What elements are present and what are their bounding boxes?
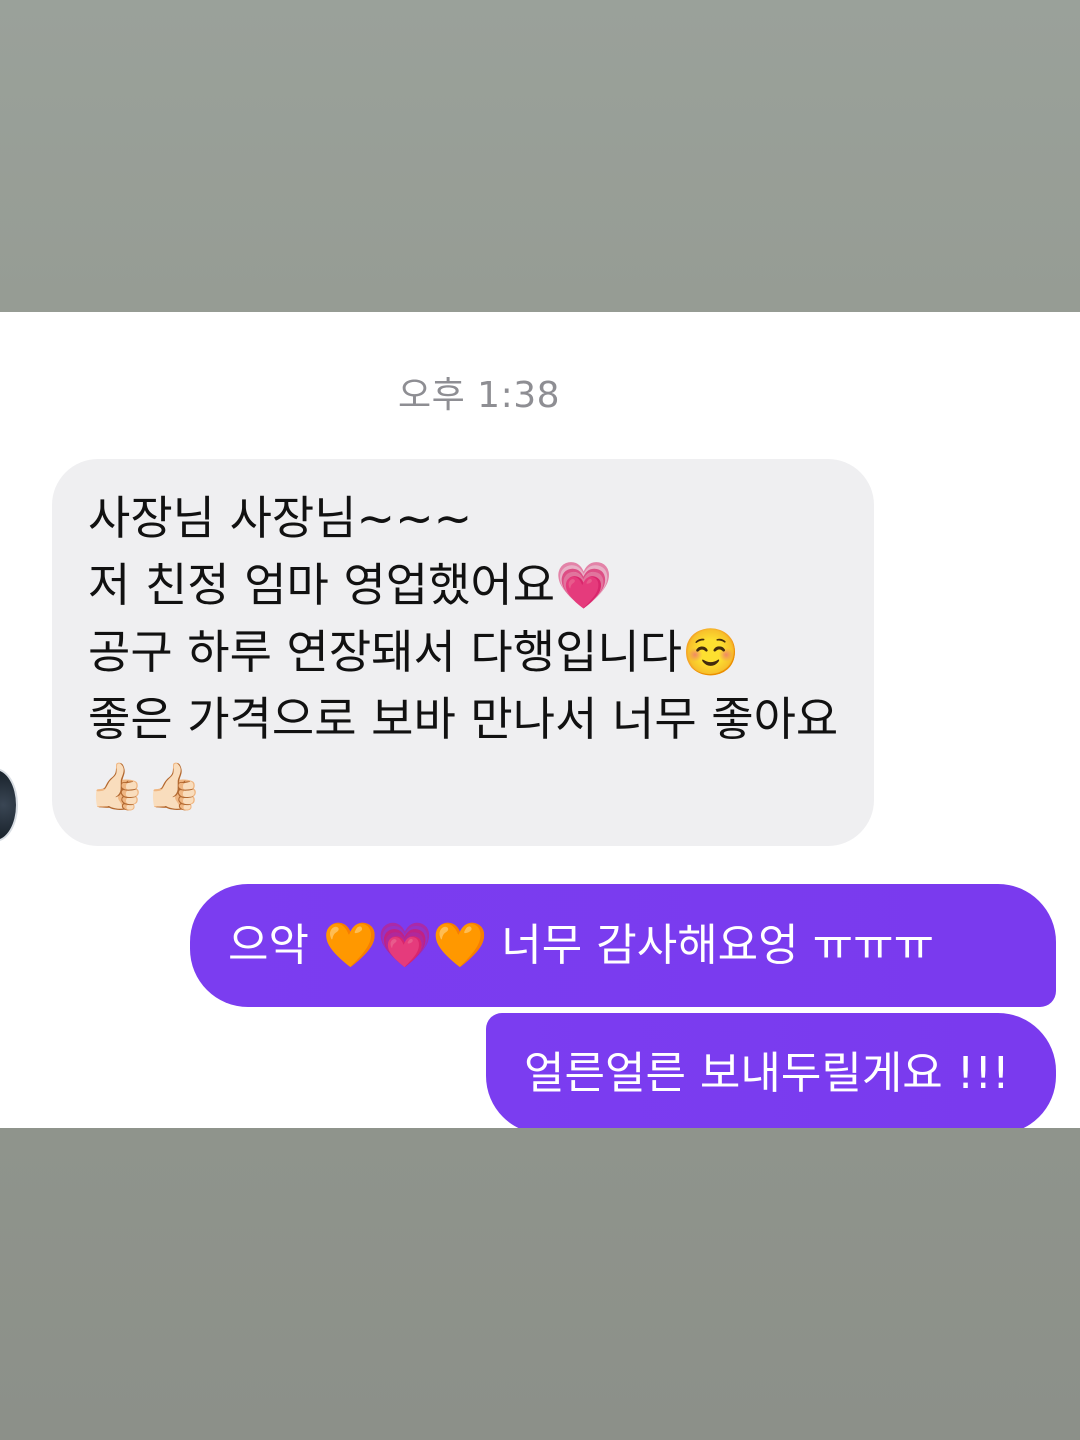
chat-panel: 오후 1:38 사장님 사장님~~~ 저 친정 엄마 영업했어요💗 공구 하루 …	[0, 312, 1080, 1128]
sender-avatar[interactable]	[0, 768, 18, 842]
outgoing-message-bubble[interactable]: 으악 🧡💗🧡 너무 감사해요엉 ㅠㅠㅠ	[190, 884, 1056, 1007]
bottom-background-band	[0, 1128, 1080, 1440]
incoming-message-line: 사장님 사장님~~~	[88, 491, 473, 545]
incoming-message-bubble[interactable]: 사장님 사장님~~~ 저 친정 엄마 영업했어요💗 공구 하루 연장돼서 다행입…	[52, 459, 874, 846]
message-timestamp: 오후 1:38	[397, 375, 561, 416]
outgoing-message-bubble[interactable]: 얼른얼른 보내두릴게요 !!!	[486, 1013, 1056, 1128]
incoming-message-line: 공구 하루 연장돼서 다행입니다☺️	[88, 625, 740, 679]
top-background-band	[0, 0, 1080, 312]
incoming-message-line: 좋은 가격으로 보바 만나서 너무 좋아요	[88, 692, 839, 746]
incoming-message-line: 👍🏻👍🏻	[88, 759, 203, 813]
incoming-message-line: 저 친정 엄마 영업했어요💗	[88, 558, 613, 612]
